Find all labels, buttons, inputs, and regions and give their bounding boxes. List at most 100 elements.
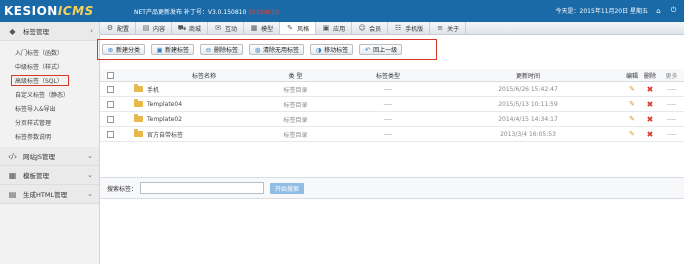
add-category-icon: ⊕ [107, 45, 114, 54]
sidebar-item-tag-params[interactable]: 标签参数说明 [0, 129, 99, 143]
new-category-button[interactable]: ⊕ 新建分类 [102, 44, 146, 55]
sidebar-item-sql-tags[interactable]: 高级标签（SQL） [11, 75, 69, 86]
nav-label: 会员 [369, 25, 382, 33]
row-check-cell [100, 85, 120, 93]
row-delete-cell: ✖ [641, 130, 659, 139]
nav-label: 商城 [189, 25, 202, 33]
table-row[interactable]: Template02 标签目录 ---- 2014/4/15 14:34:17 … [100, 112, 684, 127]
delete-icon[interactable]: ✖ [646, 85, 654, 94]
table-row[interactable]: Template04 标签目录 ---- 2015/5/13 10:11:59 … [100, 97, 684, 112]
row-checkbox[interactable] [106, 115, 114, 123]
tags-table: 标签名称 类 型 标签类型 更新时间 编辑 删除 更多 手机 标签目录 ----… [100, 69, 684, 142]
table-row[interactable]: 手机 标签目录 ---- 2015/6/26 15:42:47 ✎ ✖ ---- [100, 82, 684, 97]
chevron-down-icon: ⌄ [87, 171, 93, 179]
header-tag-type[interactable]: 标签类型 [343, 71, 433, 80]
row-more[interactable]: ---- [659, 86, 684, 93]
nav-item-member[interactable]: ☺ 会员 [352, 22, 389, 34]
sidebar-item-import-export[interactable]: 标签导入&导出 [0, 101, 99, 115]
nav-item-mobile[interactable]: ☷ 手机版 [388, 22, 431, 34]
nav-item-config[interactable]: ⚙ 配置 [100, 22, 137, 34]
home-icon[interactable]: ⌂ [654, 6, 663, 15]
row-edit-cell: ✎ [623, 130, 641, 138]
delete-icon[interactable]: ✖ [646, 115, 654, 124]
sidebar-item-style-tags[interactable]: 中级标签（样式） [0, 59, 99, 73]
button-label: 回上一级 [373, 47, 398, 54]
header-name[interactable]: 标签名称 [120, 71, 248, 80]
select-all-checkbox[interactable] [106, 71, 114, 79]
select-all-cell [100, 71, 120, 79]
nav-item-apps[interactable]: ▣ 应用 [316, 22, 353, 34]
row-check-cell [100, 115, 120, 123]
nav-label: 模型 [261, 25, 274, 33]
folder-icon [134, 129, 143, 137]
button-label: 删除标签 [214, 47, 239, 54]
code-icon: ‹/› [7, 151, 18, 161]
top-right: 今天是：2015年11月20日 星期五 ⌂ ⏻ [556, 6, 678, 15]
row-name-cell[interactable]: Template04 [120, 99, 248, 108]
row-time: 2015/5/13 10:11:59 [498, 100, 558, 108]
row-type: 标签目录 [283, 116, 308, 124]
sidebar-section-label: 标签管理 [23, 28, 49, 36]
sidebar-item-paging-style[interactable]: 分页样式管理 [0, 115, 99, 129]
nav-item-interact[interactable]: ✉ 互动 [208, 22, 245, 34]
header-more: 更多 [665, 72, 678, 80]
version-line: NET产品更新发布 补丁号：V3.0.150810 [134, 9, 247, 16]
move-tag-button[interactable]: ◑ 移动标签 [310, 44, 354, 55]
row-checkbox[interactable] [106, 100, 114, 108]
button-label: 新建分类 [116, 47, 141, 54]
row-more[interactable]: ---- [659, 101, 684, 108]
logo-main: KESION [4, 3, 58, 18]
grid-icon: ☷ [394, 24, 402, 32]
table-row[interactable]: 官方自带标签 标签目录 ---- 2013/3/4 16:05:53 ✎ ✖ -… [100, 127, 684, 142]
row-name-cell[interactable]: 手机 [120, 84, 248, 94]
folder-icon [134, 114, 143, 122]
row-name-cell[interactable]: Template02 [120, 114, 248, 123]
sidebar-section-tags[interactable]: ◆ 标签管理 ‹ [0, 22, 99, 41]
nav-item-content[interactable]: ▤ 内容 [136, 22, 173, 34]
chevron-down-icon: ⌄ [87, 152, 93, 160]
row-check-cell [100, 100, 120, 108]
nav-item-model[interactable]: ▦ 模型 [244, 22, 281, 34]
row-name-cell[interactable]: 官方自带标签 [120, 129, 248, 139]
sidebar-section-html[interactable]: ▤ 生成HTML管理 ⌄ [0, 185, 99, 204]
row-checkbox[interactable] [106, 130, 114, 138]
sidebar-item-basic-tags[interactable]: 入门标签（函数） [0, 45, 99, 59]
button-label: 新建标签 [165, 47, 190, 54]
main-content: ⊕ 新建分类 ▣ 新建标签 ⊖ 删除标签 ◍ 清除无用标签 ◑ 移动标签 ↶ 回上一级 标签… [97, 35, 684, 264]
new-tag-button[interactable]: ▣ 新建标签 [151, 44, 195, 55]
tag-icon: ✎ [287, 24, 294, 32]
search-label: 搜索标签： [107, 185, 138, 193]
sidebar-item-static-tags[interactable]: 自定义标签（静态） [0, 87, 99, 101]
clean-icon: ◍ [254, 45, 261, 54]
sidebar-section-js[interactable]: ‹/› 网站JS管理 ⌄ [0, 147, 99, 166]
edit-icon[interactable]: ✎ [628, 115, 636, 123]
nav-item-style[interactable]: ✎ 风格 [280, 22, 317, 34]
header-time[interactable]: 更新时间 [433, 71, 623, 80]
layers-icon: ▤ [8, 189, 17, 199]
power-icon[interactable]: ⏻ [669, 6, 678, 15]
button-label: 清除无用标签 [263, 47, 300, 54]
edit-icon[interactable]: ✎ [628, 85, 636, 93]
back-button[interactable]: ↶ 回上一级 [359, 44, 403, 55]
row-more[interactable]: ---- [659, 116, 684, 123]
sidebar-section-templates[interactable]: ▦ 模板管理 ⌄ [0, 166, 99, 185]
search-button[interactable]: 开始搜索 [270, 182, 305, 194]
nav-item-shop[interactable]: ⛟ 商城 [172, 22, 209, 34]
row-name: Template02 [147, 115, 183, 123]
edit-icon[interactable]: ✎ [628, 130, 636, 138]
delete-icon[interactable]: ✖ [646, 100, 654, 109]
folder-icon [134, 99, 143, 107]
row-check-cell [100, 130, 120, 138]
delete-tag-button[interactable]: ⊖ 删除标签 [200, 44, 244, 55]
delete-icon[interactable]: ✖ [646, 130, 654, 139]
row-checkbox[interactable] [106, 85, 114, 93]
gear-icon: ⚙ [106, 24, 114, 32]
clean-tags-button[interactable]: ◍ 清除无用标签 [249, 44, 305, 55]
template-icon: ▦ [250, 24, 258, 32]
header-type[interactable]: 类 型 [248, 71, 343, 80]
edit-icon[interactable]: ✎ [628, 100, 636, 108]
nav-item-about[interactable]: ≡ 关于 [430, 22, 467, 34]
nav-label: 手机版 [405, 25, 424, 33]
row-more[interactable]: ---- [659, 131, 684, 138]
search-input[interactable] [140, 182, 265, 194]
